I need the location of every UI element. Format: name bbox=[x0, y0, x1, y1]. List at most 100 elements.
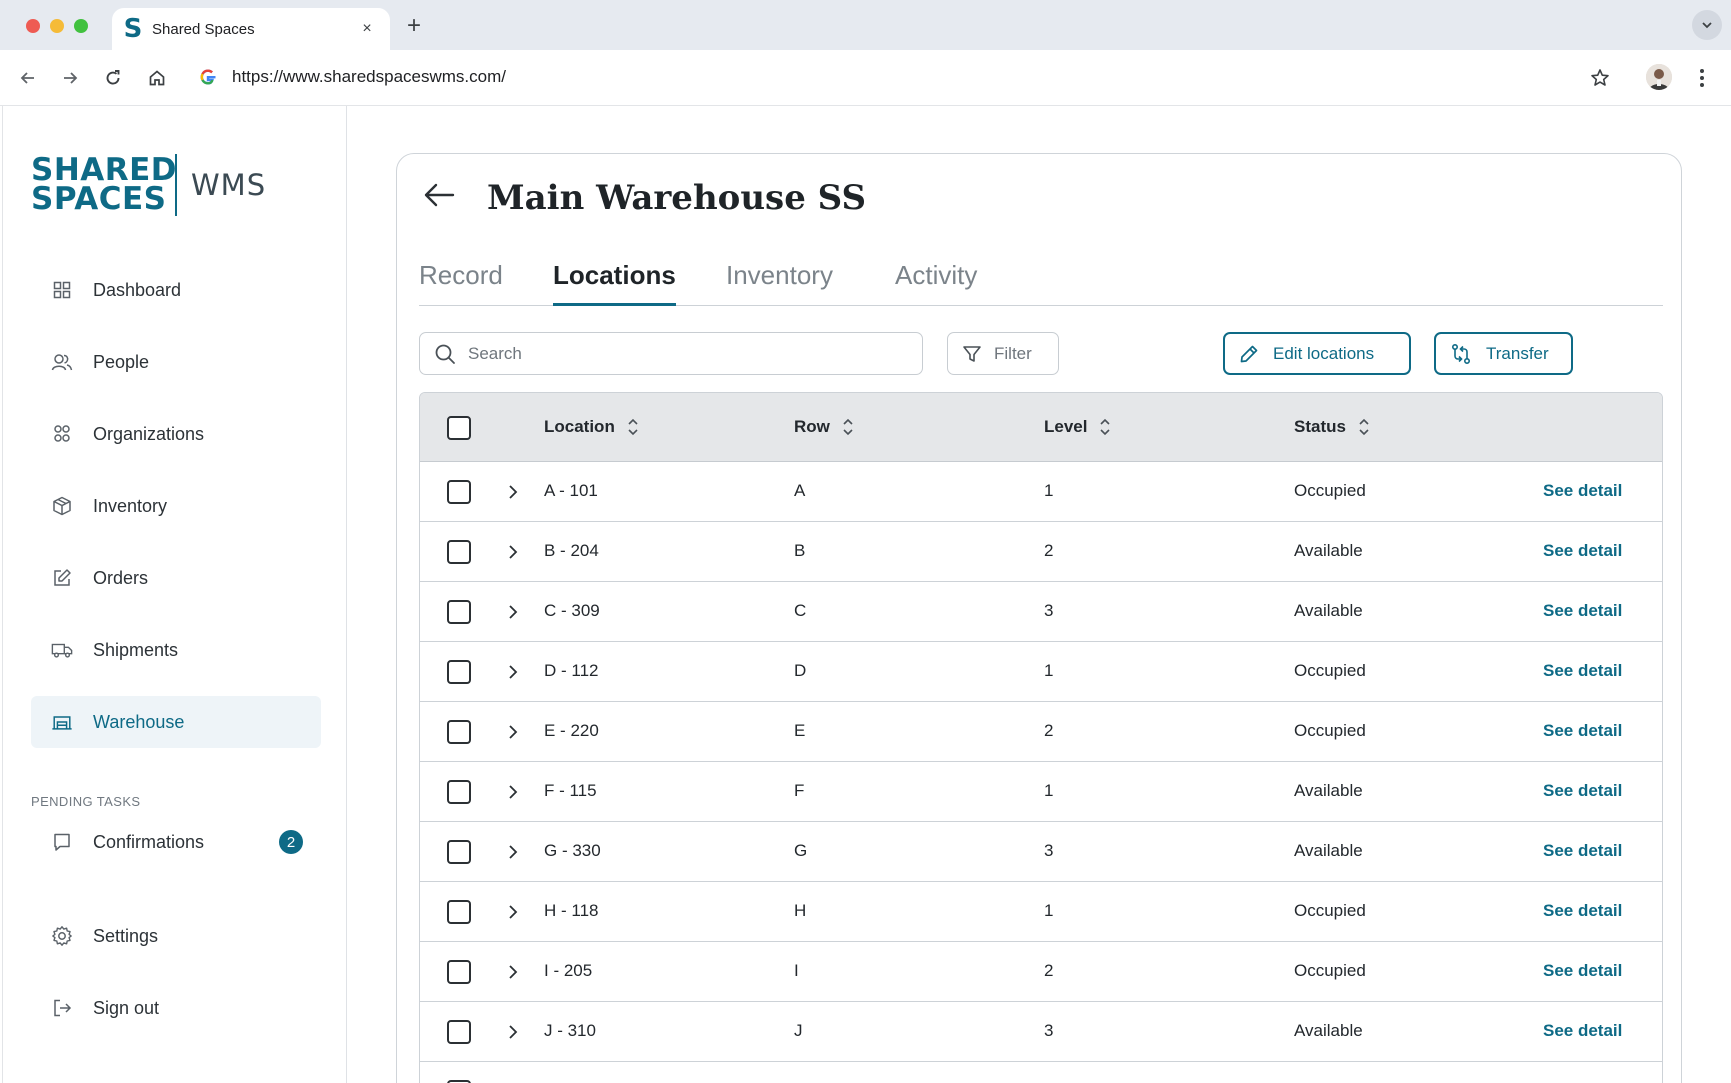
chevron-right-icon[interactable] bbox=[506, 902, 520, 922]
chevron-right-icon[interactable] bbox=[506, 1022, 520, 1042]
cell-status: Occupied bbox=[1294, 481, 1366, 500]
column-header-row[interactable]: Row bbox=[794, 417, 854, 437]
cell-status: Occupied bbox=[1294, 661, 1366, 680]
tab-search-button[interactable] bbox=[1692, 10, 1722, 40]
sidebar-item-people[interactable]: People bbox=[31, 336, 321, 388]
tab-locations[interactable]: Locations bbox=[553, 260, 676, 306]
see-detail-link[interactable]: See detail bbox=[1543, 481, 1622, 501]
sidebar-item-organizations[interactable]: Organizations bbox=[31, 408, 321, 460]
see-detail-link[interactable]: See detail bbox=[1543, 781, 1622, 801]
minimize-window-button[interactable] bbox=[50, 19, 64, 33]
confirmation-icon bbox=[51, 831, 73, 853]
chevron-right-icon[interactable] bbox=[506, 722, 520, 742]
tab-activity[interactable]: Activity bbox=[895, 260, 977, 303]
chevron-right-icon[interactable] bbox=[506, 542, 520, 562]
sort-icon[interactable] bbox=[842, 418, 854, 436]
cell-row: E bbox=[794, 721, 806, 740]
row-checkbox[interactable] bbox=[447, 720, 471, 744]
chevron-right-icon[interactable] bbox=[506, 842, 520, 862]
maximize-window-button[interactable] bbox=[74, 19, 88, 33]
sidebar-item-shipments[interactable]: Shipments bbox=[31, 624, 321, 676]
column-header-level[interactable]: Level bbox=[1044, 417, 1111, 437]
forward-nav-button[interactable] bbox=[58, 66, 82, 90]
select-all-checkbox[interactable] bbox=[447, 416, 471, 440]
row-checkbox[interactable] bbox=[447, 480, 471, 504]
tab-inventory[interactable]: Inventory bbox=[726, 260, 833, 303]
home-button[interactable] bbox=[145, 66, 169, 90]
search-placeholder: Search bbox=[468, 343, 522, 363]
search-input[interactable]: Search bbox=[419, 332, 923, 375]
row-checkbox[interactable] bbox=[447, 900, 471, 924]
arrow-right-icon bbox=[64, 72, 78, 84]
browser-menu-button[interactable] bbox=[1690, 66, 1714, 90]
row-checkbox[interactable] bbox=[447, 600, 471, 624]
sort-icon[interactable] bbox=[1099, 418, 1111, 436]
cell-row: A bbox=[794, 481, 806, 500]
logo-line-2: SPACES bbox=[31, 181, 167, 217]
tab-record[interactable]: Record bbox=[419, 260, 503, 303]
row-checkbox[interactable] bbox=[447, 540, 471, 564]
tab-close-icon[interactable]: × bbox=[358, 20, 376, 38]
bookmark-button[interactable] bbox=[1588, 66, 1612, 90]
sidebar-item-warehouse[interactable]: Warehouse bbox=[31, 696, 321, 748]
reload-button[interactable] bbox=[101, 66, 125, 90]
edit-locations-button[interactable]: Edit locations bbox=[1223, 332, 1411, 375]
column-label: Level bbox=[1044, 417, 1088, 436]
sidebar-item-settings[interactable]: Settings bbox=[31, 910, 321, 962]
filter-icon bbox=[963, 345, 981, 362]
row-checkbox[interactable] bbox=[447, 780, 471, 804]
arrow-left-icon bbox=[424, 183, 455, 207]
box-icon bbox=[51, 495, 73, 517]
close-window-button[interactable] bbox=[26, 19, 40, 33]
address-bar-url[interactable]: https://www.sharedspaceswms.com/ bbox=[232, 67, 506, 87]
search-icon bbox=[435, 344, 455, 364]
cell-level: 2 bbox=[1044, 721, 1054, 740]
cell-row: I bbox=[794, 961, 799, 980]
row-checkbox[interactable] bbox=[447, 960, 471, 984]
new-tab-button[interactable]: + bbox=[402, 12, 426, 40]
chevron-right-icon[interactable] bbox=[506, 782, 520, 802]
row-checkbox[interactable] bbox=[447, 840, 471, 864]
chevron-right-icon[interactable] bbox=[506, 482, 520, 502]
sidebar-item-inventory[interactable]: Inventory bbox=[31, 480, 321, 532]
see-detail-link[interactable]: See detail bbox=[1543, 601, 1622, 621]
cell-row: J bbox=[794, 1021, 803, 1040]
sort-icon[interactable] bbox=[1358, 418, 1370, 436]
brand-logo[interactable]: SHARED SPACES bbox=[31, 155, 177, 217]
table-row: H - 118 H 1 Occupied See detail bbox=[420, 882, 1662, 942]
cell-level: 1 bbox=[1044, 481, 1054, 500]
profile-avatar[interactable] bbox=[1646, 64, 1672, 90]
sidebar-item-orders[interactable]: Orders bbox=[31, 552, 321, 604]
column-header-status[interactable]: Status bbox=[1294, 417, 1370, 437]
transfer-button[interactable]: Transfer bbox=[1434, 332, 1573, 375]
sidebar-item-label: Settings bbox=[93, 925, 159, 946]
chevron-right-icon[interactable] bbox=[506, 602, 520, 622]
see-detail-link[interactable]: See detail bbox=[1543, 901, 1622, 921]
see-detail-link[interactable]: See detail bbox=[1543, 661, 1622, 681]
back-nav-button[interactable] bbox=[16, 66, 40, 90]
browser-tab[interactable]: S Shared Spaces × bbox=[112, 8, 390, 50]
chevron-right-icon[interactable] bbox=[506, 662, 520, 682]
warehouse-icon bbox=[51, 711, 73, 733]
sidebar-item-confirmations[interactable]: Confirmations 2 bbox=[31, 816, 321, 868]
back-button[interactable] bbox=[421, 180, 457, 210]
table-row bbox=[420, 1062, 1662, 1083]
filter-button[interactable]: Filter bbox=[947, 332, 1059, 375]
sort-icon[interactable] bbox=[627, 418, 639, 436]
see-detail-link[interactable]: See detail bbox=[1543, 841, 1622, 861]
pencil-icon bbox=[1240, 345, 1258, 362]
column-header-location[interactable]: Location bbox=[544, 417, 639, 437]
page-title: Main Warehouse SS bbox=[487, 178, 867, 218]
logo-product-name: WMS bbox=[191, 168, 267, 202]
see-detail-link[interactable]: See detail bbox=[1543, 541, 1622, 561]
sidebar-item-dashboard[interactable]: Dashboard bbox=[31, 264, 321, 316]
row-checkbox[interactable] bbox=[447, 660, 471, 684]
chevron-right-icon[interactable] bbox=[506, 962, 520, 982]
see-detail-link[interactable]: See detail bbox=[1543, 961, 1622, 981]
see-detail-link[interactable]: See detail bbox=[1543, 721, 1622, 741]
sidebar-item-label: Confirmations bbox=[93, 831, 205, 852]
row-checkbox[interactable] bbox=[447, 1020, 471, 1044]
cell-location: J - 310 bbox=[544, 1021, 596, 1040]
sidebar-item-signout[interactable]: Sign out bbox=[31, 982, 321, 1034]
see-detail-link[interactable]: See detail bbox=[1543, 1021, 1622, 1041]
